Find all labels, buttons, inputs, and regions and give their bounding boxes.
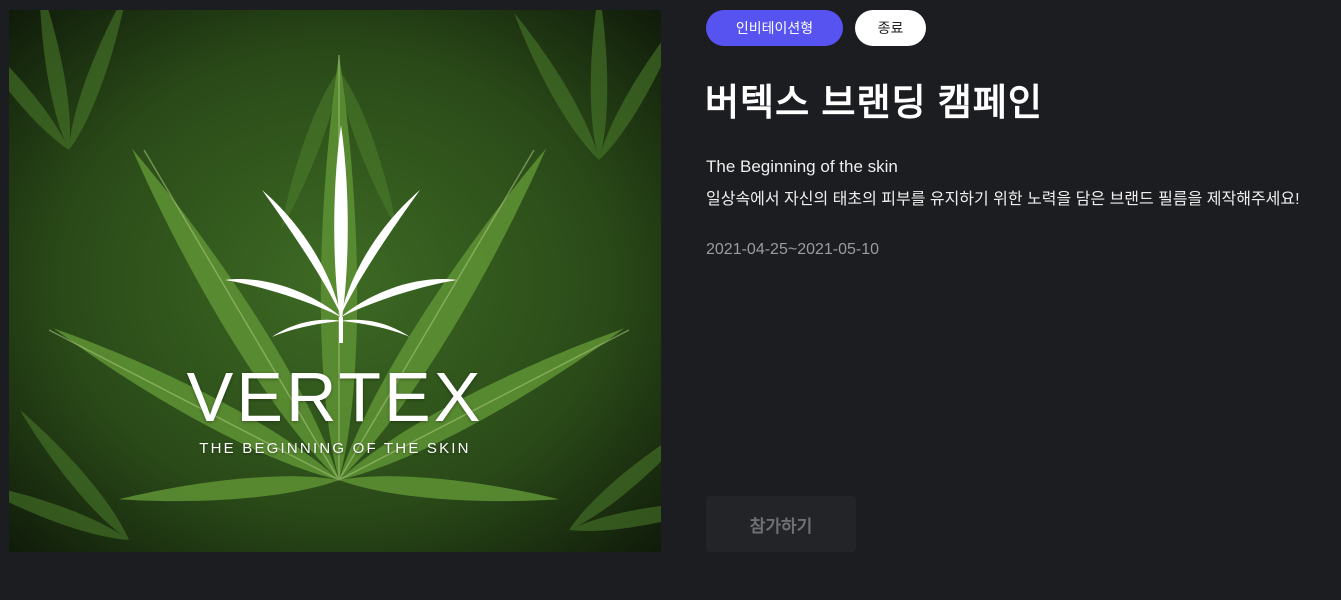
brand-logo-text: VERTEX [186, 358, 484, 436]
campaign-title: 버텍스 브랜딩 캠페인 [705, 82, 1043, 123]
join-button[interactable]: 참가하기 [706, 496, 856, 552]
campaign-badges: 인비테이션형 종료 [706, 10, 926, 46]
campaign-image: VERTEX THE BEGINNING OF THE SKIN [9, 10, 661, 552]
campaign-status-badge: 종료 [855, 10, 926, 46]
campaign-subtitle: The Beginning of the skin [706, 157, 898, 176]
cannabis-leaf-icon [225, 125, 457, 343]
brand-tagline: THE BEGINNING OF THE SKIN [199, 440, 471, 457]
campaign-period: 2021-04-25~2021-05-10 [706, 241, 880, 258]
campaign-description: 일상속에서 자신의 태초의 피부를 유지하기 위한 노력을 담은 브랜드 필름을… [706, 191, 1300, 208]
campaign-type-badge: 인비테이션형 [706, 10, 843, 46]
